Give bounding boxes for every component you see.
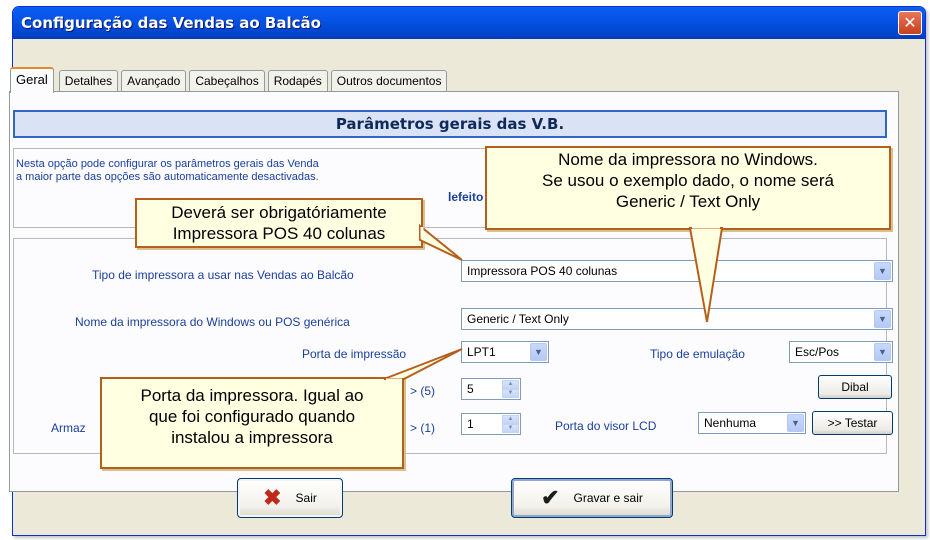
tab-cabecalhos[interactable]: Cabeçalhos bbox=[189, 70, 265, 92]
printer-name-value: Generic / Text Only bbox=[467, 312, 569, 326]
exit-button-label: Sair bbox=[295, 491, 317, 505]
chevron-down-icon[interactable]: ▼ bbox=[874, 343, 891, 361]
save-exit-button[interactable]: ✔ Gravar e sair bbox=[511, 478, 673, 518]
x-icon: ✖ bbox=[263, 485, 282, 510]
callout-line: Nome da impressora no Windows. bbox=[558, 150, 818, 169]
row6-label-suffix: > (1) bbox=[410, 421, 436, 435]
exit-button[interactable]: ✖ Sair bbox=[237, 478, 343, 518]
printer-name-select[interactable]: Generic / Text Only ▼ bbox=[461, 308, 893, 330]
spinner-arrows-icon[interactable]: ▲ ▼ bbox=[502, 415, 519, 433]
info-line-2: a maior parte das opções são automaticam… bbox=[16, 171, 319, 183]
callout-line: Porta da impressora. Igual ao bbox=[140, 386, 364, 405]
checkmark-icon: ✔ bbox=[541, 485, 560, 510]
port-callout: Porta da impressora. Igual ao que foi co… bbox=[100, 377, 404, 469]
tab-outros-documentos[interactable]: Outros documentos bbox=[330, 70, 448, 92]
tab-strip: Geral Detalhes Avançado Cabeçalhos Rodap… bbox=[10, 66, 450, 93]
callout-line: que foi configurado quando bbox=[148, 407, 356, 426]
callout-line: Generic / Text Only bbox=[615, 192, 761, 211]
chevron-down-icon[interactable]: ▼ bbox=[787, 414, 804, 432]
printer-type-value: Impressora POS 40 colunas bbox=[467, 264, 618, 278]
printer-type-select[interactable]: Impressora POS 40 colunas ▼ bbox=[461, 260, 893, 282]
callout-line: Impressora POS 40 colunas bbox=[172, 224, 386, 243]
emulation-select[interactable]: Esc/Pos ▼ bbox=[789, 341, 893, 363]
emulation-value: Esc/Pos bbox=[795, 345, 840, 359]
printer-name-callout: Nome da impressora no Windows. Se usou o… bbox=[485, 146, 891, 230]
printer-name-label: Nome da impressora do Windows ou POS gen… bbox=[75, 315, 350, 329]
callout-line: Deverá ser obrigatóriamente bbox=[171, 203, 387, 222]
spinner-arrows-icon[interactable]: ▲ ▼ bbox=[502, 380, 519, 398]
port-select[interactable]: LPT1 ▼ bbox=[461, 341, 549, 363]
test-lcd-button[interactable]: >> Testar bbox=[812, 411, 893, 435]
tab-geral[interactable]: Geral bbox=[10, 67, 54, 93]
title-bar[interactable]: Configuração das Vendas ao Balcão bbox=[13, 7, 925, 39]
row6-value: 1 bbox=[467, 417, 474, 431]
callout-line: Se usou o exemplo dado, o nome será bbox=[541, 171, 835, 190]
tab-avancado[interactable]: Avançado bbox=[121, 70, 187, 92]
row5-spinner[interactable]: 5 ▲ ▼ bbox=[461, 378, 521, 400]
printer-type-callout: Deverá ser obrigatóriamente Impressora P… bbox=[135, 198, 423, 248]
row6-spinner[interactable]: 1 ▲ ▼ bbox=[461, 413, 521, 435]
lcd-label: Porta do visor LCD bbox=[555, 419, 657, 433]
callout-line: instalou a impressora bbox=[171, 428, 333, 447]
chevron-down-icon[interactable]: ▼ bbox=[874, 310, 891, 328]
row5-label-suffix: > (5) bbox=[410, 384, 436, 398]
dibal-button[interactable]: Dibal bbox=[818, 375, 892, 399]
lcd-select[interactable]: Nenhuma ▼ bbox=[698, 412, 806, 434]
info-line-1: Nesta opção pode configurar os parâmetro… bbox=[16, 158, 319, 170]
tab-detalhes[interactable]: Detalhes bbox=[58, 70, 119, 92]
chevron-down-icon[interactable]: ▼ bbox=[874, 262, 891, 280]
info-text: Nesta opção pode configurar os parâmetro… bbox=[16, 158, 496, 184]
save-exit-button-label: Gravar e sair bbox=[573, 491, 643, 505]
chevron-down-icon[interactable]: ▼ bbox=[530, 343, 547, 361]
info-bold-fragment: lefeito bbox=[448, 190, 484, 204]
lcd-value: Nenhuma bbox=[704, 416, 757, 430]
close-icon: ✕ bbox=[903, 13, 917, 32]
row5-value: 5 bbox=[467, 382, 474, 396]
port-label: Porta de impressão bbox=[302, 347, 407, 361]
port-value: LPT1 bbox=[467, 345, 496, 359]
printer-type-label: Tipo de impressora a usar nas Vendas ao … bbox=[92, 268, 354, 282]
tab-rodapes[interactable]: Rodapés bbox=[267, 70, 328, 92]
emulation-label: Tipo de emulação bbox=[650, 347, 745, 361]
row6-label-prefix: Armaz bbox=[51, 421, 86, 435]
window-title: Configuração das Vendas ao Balcão bbox=[21, 14, 321, 32]
close-button[interactable]: ✕ bbox=[898, 11, 922, 35]
section-header: Parâmetros gerais das V.B. bbox=[13, 110, 887, 138]
